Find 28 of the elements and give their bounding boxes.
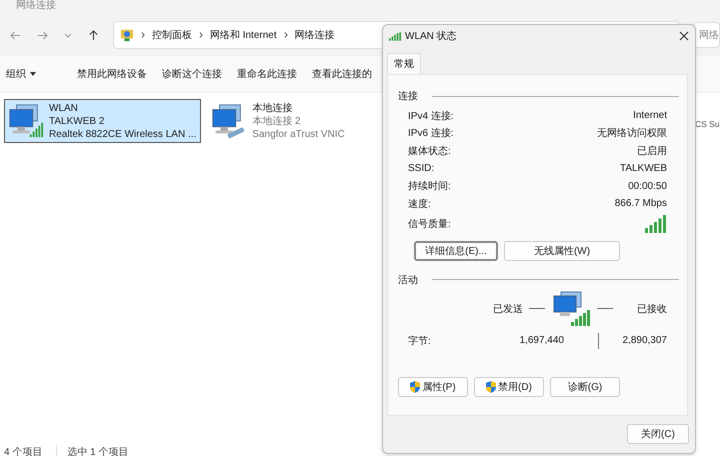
field-value: TALKWEB <box>620 163 667 174</box>
network-name: 本地连接 2 <box>252 114 302 128</box>
field-value: 866.7 Mbps <box>614 198 667 210</box>
field-value: 无网络访问权限 <box>597 126 667 140</box>
field-label: 信号质量: <box>408 218 451 231</box>
connection-name: 本地连接 <box>252 102 294 114</box>
bytes-label: 字节: <box>408 334 432 348</box>
received-label: 已接收 <box>637 302 667 316</box>
field-label: 媒体状态: <box>408 144 451 158</box>
field-label: 持续时间: <box>408 180 451 194</box>
dialog-title: WLAN 状态 <box>405 30 457 43</box>
section-heading: 活动 <box>398 274 418 287</box>
section-heading: 连接 <box>398 90 418 103</box>
field-value: Internet <box>633 110 667 122</box>
field-value: 00:00:50 <box>628 180 667 192</box>
field-label: 速度: <box>408 198 431 211</box>
network-name: TALKWEB 2 <box>49 114 106 128</box>
field-value: 已启用 <box>637 144 667 158</box>
window-title: 网络连接 <box>16 1 56 11</box>
field-label: IPv4 连接: <box>408 110 454 123</box>
adapter-name: Sangfor aTrust VNIC <box>252 128 345 140</box>
field-label: IPv6 连接: <box>408 126 454 140</box>
field-label: SSID: <box>408 163 434 174</box>
connection-name: WLAN <box>49 102 79 114</box>
bytes-received: 2,890,307 <box>622 335 667 346</box>
adapter-name: Realtek 8822CE Wireless LAN ... <box>49 128 196 140</box>
sent-label: 已发送 <box>493 302 523 316</box>
bytes-sent: 1,697,440 <box>518 335 564 346</box>
